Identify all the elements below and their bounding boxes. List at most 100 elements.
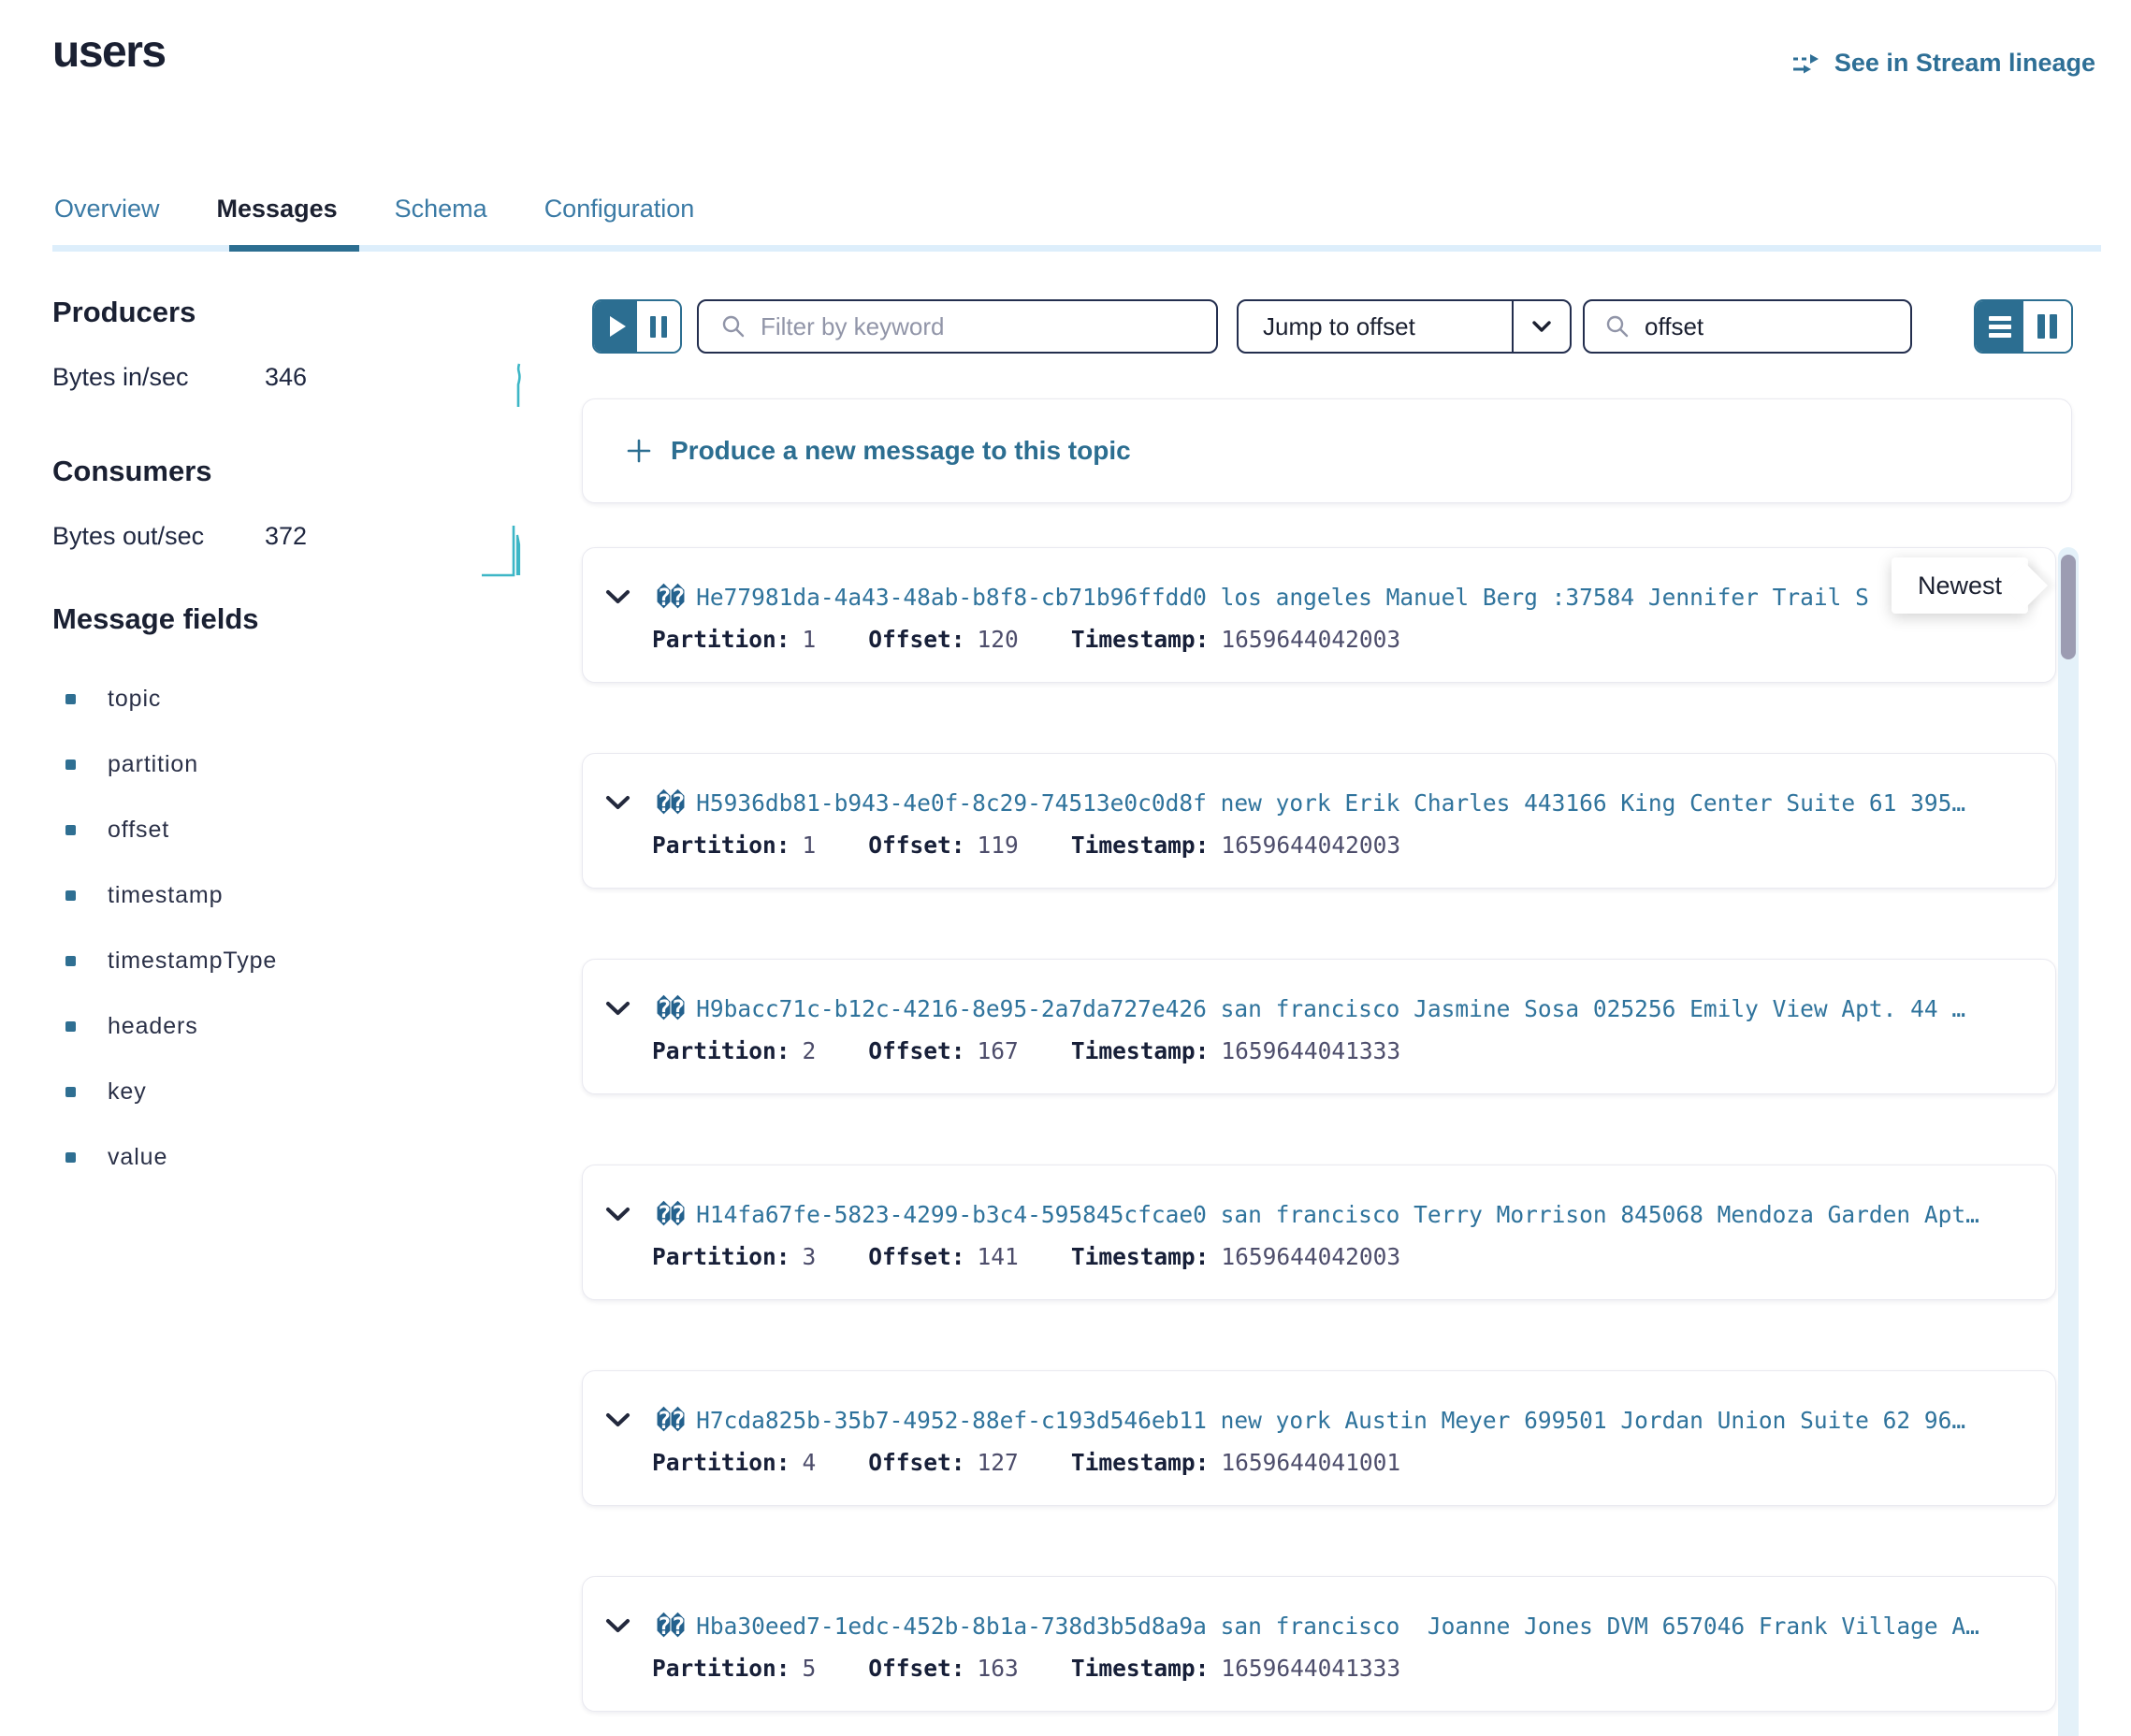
timestamp-label: Timestamp: [1071, 832, 1210, 859]
partition-value: 4 [803, 1449, 817, 1476]
partition-pair: Partition: 3 [652, 1243, 816, 1270]
message-card[interactable]: �� H14fa67fe-5823-4299-b3c4-595845cfcae0… [582, 1165, 2056, 1300]
offset-value: 141 [978, 1243, 1019, 1270]
expand-chevron-icon[interactable] [605, 1001, 631, 1017]
message-meta-row: Partition: 1 Offset: 119 Timestamp: 1659… [605, 832, 2038, 859]
timestamp-label: Timestamp: [1071, 1655, 1210, 1682]
field-bullet-icon [65, 694, 76, 704]
lineage-link-label: See in Stream lineage [1834, 49, 2095, 78]
producers-heading: Producers [52, 296, 196, 329]
search-icon [1605, 314, 1630, 339]
offset-label: Offset: [868, 1655, 964, 1682]
message-key-row: �� H5936db81-b943-4e0f-8c29-74513e0c0d8f… [605, 789, 2038, 817]
timestamp-pair: Timestamp: 1659644042003 [1071, 626, 1400, 653]
consumers-sparkline [480, 516, 529, 580]
message-key-row: �� Hba30eed7-1edc-452b-8b1a-738d3b5d8a9a… [605, 1613, 2038, 1640]
message-field-item[interactable]: headers [65, 993, 277, 1059]
offset-pair: Offset: 127 [868, 1449, 1019, 1476]
partition-value: 1 [803, 832, 817, 859]
play-icon [610, 316, 626, 337]
scrollbar-track[interactable] [2058, 547, 2079, 1736]
timestamp-pair: Timestamp: 1659644041001 [1071, 1449, 1400, 1476]
topic-messages-page: users See in Stream lineage Overview Mes… [0, 0, 2131, 1736]
timestamp-pair: Timestamp: 1659644042003 [1071, 832, 1400, 859]
message-field-item[interactable]: value [65, 1124, 277, 1190]
consumers-metric-row: Bytes out/sec 372 [52, 522, 307, 551]
partition-pair: Partition: 2 [652, 1037, 816, 1064]
offset-label: Offset: [868, 1037, 964, 1064]
field-label: topic [108, 686, 161, 713]
plus-icon [626, 438, 652, 464]
offset-value: 127 [978, 1449, 1019, 1476]
field-bullet-icon [65, 1152, 76, 1163]
expand-chevron-icon[interactable] [605, 1207, 631, 1222]
tab-schema[interactable]: Schema [395, 195, 487, 246]
message-meta-row: Partition: 5 Offset: 163 Timestamp: 1659… [605, 1655, 2038, 1682]
offset-label: Offset: [868, 1243, 964, 1270]
timestamp-value: 1659644041333 [1221, 1037, 1400, 1064]
message-field-item[interactable]: key [65, 1059, 277, 1124]
keyword-filter-input[interactable] [759, 311, 1216, 342]
message-field-item[interactable]: topic [65, 666, 277, 731]
field-bullet-icon [65, 890, 76, 901]
expand-chevron-icon[interactable] [605, 1618, 631, 1634]
field-bullet-icon [65, 956, 76, 966]
field-label: timestamp [108, 882, 223, 909]
pause-button[interactable] [637, 301, 680, 352]
jump-to-offset-value: Jump to offset [1239, 312, 1512, 341]
message-field-item[interactable]: timestampType [65, 928, 277, 993]
stream-lineage-link[interactable]: See in Stream lineage [1791, 49, 2095, 78]
message-field-item[interactable]: timestamp [65, 862, 277, 928]
timestamp-pair: Timestamp: 1659644042003 [1071, 1243, 1400, 1270]
field-label: partition [108, 751, 198, 778]
tab-configuration[interactable]: Configuration [544, 195, 695, 246]
timestamp-value: 1659644042003 [1221, 1243, 1400, 1270]
offset-label: Offset: [868, 626, 964, 653]
keyword-filter[interactable] [697, 299, 1218, 354]
scrollbar-thumb[interactable] [2061, 555, 2076, 659]
expand-chevron-icon[interactable] [605, 795, 631, 811]
message-meta-row: Partition: 1 Offset: 120 Timestamp: 1659… [605, 626, 2038, 653]
expand-chevron-icon[interactable] [605, 1412, 631, 1428]
message-key-bytes: �� [657, 584, 685, 611]
partition-pair: Partition: 4 [652, 1449, 816, 1476]
partition-label: Partition: [652, 1449, 790, 1476]
newest-tooltip-label: Newest [1918, 571, 2002, 600]
expand-chevron-icon[interactable] [605, 589, 631, 605]
search-icon [721, 314, 746, 339]
field-bullet-icon [65, 1087, 76, 1097]
offset-search[interactable] [1583, 299, 1912, 354]
tab-overview[interactable]: Overview [54, 195, 160, 246]
live-consume-toggle [592, 299, 682, 354]
offset-search-input[interactable] [1643, 311, 1960, 342]
partition-value: 2 [803, 1037, 817, 1064]
partition-label: Partition: [652, 1037, 790, 1064]
message-key-bytes: �� [657, 1613, 685, 1640]
jump-to-offset-select[interactable]: Jump to offset [1237, 299, 1572, 354]
column-view-button[interactable] [2023, 301, 2071, 352]
field-bullet-icon [65, 825, 76, 835]
tab-messages[interactable]: Messages [217, 195, 338, 246]
message-card[interactable]: �� Hba30eed7-1edc-452b-8b1a-738d3b5d8a9a… [582, 1576, 2056, 1712]
message-card[interactable]: �� H7cda825b-35b7-4952-88ef-c193d546eb11… [582, 1370, 2056, 1506]
message-field-item[interactable]: offset [65, 797, 277, 862]
message-summary: H9bacc71c-b12c-4216-8e95-2a7da727e426 sa… [696, 995, 2038, 1022]
message-list: �� He77981da-4a43-48ab-b8f8-cb71b96ffdd0… [582, 547, 2056, 1736]
message-card[interactable]: �� H5936db81-b943-4e0f-8c29-74513e0c0d8f… [582, 753, 2056, 889]
page-title: users [52, 26, 166, 78]
message-field-item[interactable]: partition [65, 731, 277, 797]
partition-label: Partition: [652, 832, 790, 859]
list-view-button[interactable] [1976, 301, 2023, 352]
chevron-down-icon[interactable] [1512, 301, 1570, 352]
message-card[interactable]: �� H9bacc71c-b12c-4216-8e95-2a7da727e426… [582, 959, 2056, 1094]
partition-value: 3 [803, 1243, 817, 1270]
message-key-row: �� H7cda825b-35b7-4952-88ef-c193d546eb11… [605, 1407, 2038, 1434]
produce-message-button[interactable]: Produce a new message to this topic [582, 398, 2072, 503]
message-card[interactable]: �� He77981da-4a43-48ab-b8f8-cb71b96ffdd0… [582, 547, 2056, 683]
field-bullet-icon [65, 1021, 76, 1032]
timestamp-pair: Timestamp: 1659644041333 [1071, 1037, 1400, 1064]
play-button[interactable] [594, 301, 637, 352]
lineage-arrows-icon [1791, 51, 1821, 76]
offset-pair: Offset: 167 [868, 1037, 1019, 1064]
message-summary: He77981da-4a43-48ab-b8f8-cb71b96ffdd0 lo… [696, 584, 2038, 611]
